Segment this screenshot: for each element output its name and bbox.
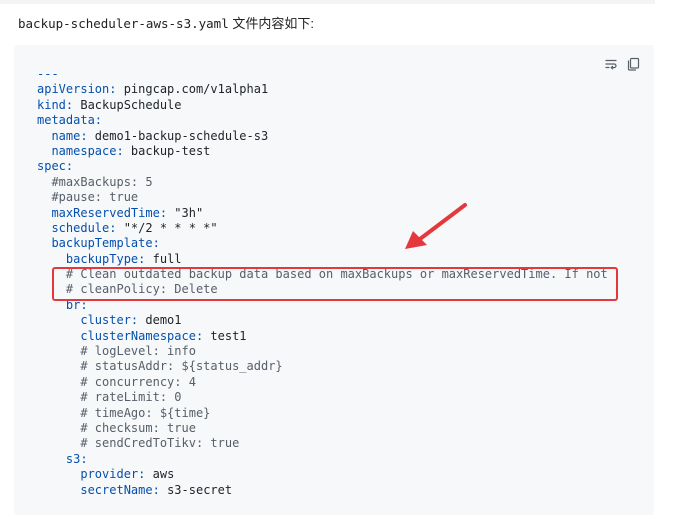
code-key: name: [51, 128, 88, 143]
code-comment: # logLevel: info [80, 344, 196, 359]
code-line: # checksum: true [14, 421, 614, 436]
code-line: schedule: "*/2 * * * *" [14, 221, 614, 236]
code-line: metadata: [14, 113, 614, 128]
code-value: demo1-backup-schedule-s3 [87, 128, 269, 143]
code-line: name: demo1-backup-schedule-s3 [14, 129, 614, 144]
code-key: metadata: [37, 113, 103, 128]
code-line: apiVersion: pingcap.com/v1alpha1 [14, 82, 614, 97]
code-value: backup-test [123, 143, 211, 158]
code-line: backupType: full [14, 252, 614, 267]
code-line: cluster: demo1 [14, 313, 614, 328]
code-line: #maxBackups: 5 [14, 175, 614, 190]
code-line: s3: [14, 452, 614, 467]
code-key: kind: [37, 97, 74, 112]
code-key: schedule: [51, 220, 117, 235]
code-line: # concurrency: 4 [14, 375, 614, 390]
code-key: clusterNamespace: [80, 328, 204, 343]
code-comment: # timeAgo: ${time} [80, 405, 211, 420]
red-arrow-annotation [405, 203, 467, 249]
code-line: provider: aws [14, 467, 614, 482]
top-divider [0, 0, 655, 4]
code-comment: #pause: true [51, 190, 139, 205]
code-line: spec: [14, 159, 614, 174]
code-value: "*/2 * * * *" [116, 220, 218, 235]
code-comment: # concurrency: 4 [80, 374, 196, 389]
code-key: --- [37, 67, 59, 81]
code-value: s3-secret [159, 482, 233, 497]
code-line: clusterNamespace: test1 [14, 329, 614, 344]
code-key: backupTemplate: [51, 236, 160, 251]
code-key: maxReservedTime: [51, 205, 168, 220]
code-value: demo1 [138, 313, 182, 328]
code-value: BackupSchedule [73, 97, 182, 112]
code-key: backupType: [65, 251, 146, 266]
code-key: spec: [37, 159, 74, 174]
code-key: apiVersion: [37, 82, 117, 97]
code-value: test1 [203, 328, 247, 343]
intro-suffix: 文件内容如下: [228, 16, 314, 31]
code-line: # statusAddr: ${status_addr} [14, 359, 614, 374]
highlight-box [52, 267, 618, 301]
code-line: #pause: true [14, 190, 614, 205]
intro-text: backup-scheduler-aws-s3.yaml 文件内容如下: [18, 15, 314, 33]
code-key: secretName: [80, 482, 160, 497]
code-value: full [145, 251, 182, 266]
code-key: namespace: [51, 143, 124, 158]
code-line: # logLevel: info [14, 344, 614, 359]
code-line: kind: BackupSchedule [14, 98, 614, 113]
code-line: # timeAgo: ${time} [14, 406, 614, 421]
code-comment: # rateLimit: 0 [80, 390, 182, 405]
code-line: maxReservedTime: "3h" [14, 206, 614, 221]
yaml-filename: backup-scheduler-aws-s3.yaml [18, 16, 229, 31]
code-value: pingcap.com/v1alpha1 [116, 82, 269, 97]
code-value: aws [145, 467, 175, 482]
code-comment: #maxBackups: 5 [51, 174, 153, 189]
code-line: backupTemplate: [14, 236, 614, 251]
code-line: secretName: s3-secret [14, 483, 614, 498]
code-key: cluster: [80, 313, 139, 328]
code-key: provider: [80, 467, 146, 482]
code-comment: # sendCredToTikv: true [80, 436, 240, 451]
code-line: namespace: backup-test [14, 144, 614, 159]
code-comment: # checksum: true [80, 420, 196, 435]
code-line: # sendCredToTikv: true [14, 436, 614, 451]
code-value: "3h" [167, 205, 204, 220]
code-line: # rateLimit: 0 [14, 390, 614, 405]
code-line: --- [14, 67, 614, 82]
code-comment: # statusAddr: ${status_addr} [80, 359, 283, 374]
code-key: s3: [65, 451, 88, 466]
